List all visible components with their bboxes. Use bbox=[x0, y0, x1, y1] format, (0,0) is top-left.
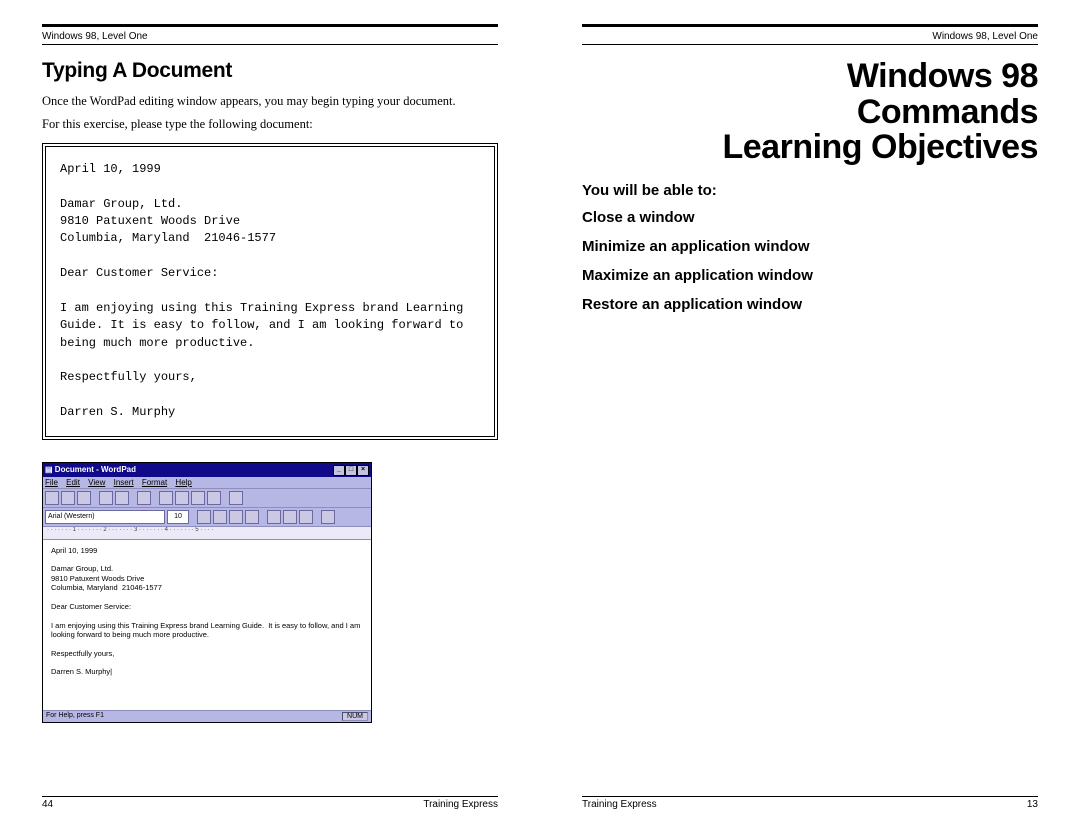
menu-help[interactable]: Help bbox=[175, 478, 191, 487]
save-icon[interactable] bbox=[77, 491, 91, 505]
objectives-lead: You will be able to: bbox=[582, 182, 1038, 199]
status-numlock: NUM bbox=[342, 712, 368, 721]
left-page: Windows 98, Level One Typing A Document … bbox=[0, 0, 540, 834]
running-header: Windows 98, Level One bbox=[42, 29, 498, 45]
menu-view[interactable]: View bbox=[88, 478, 105, 487]
font-size-select[interactable]: 10 bbox=[167, 510, 189, 524]
objective-item: Close a window bbox=[582, 209, 1038, 226]
sample-letter-box: April 10, 1999 Damar Group, Ltd. 9810 Pa… bbox=[42, 143, 498, 440]
chapter-title: Windows 98 Commands Learning Objectives bbox=[582, 59, 1038, 166]
wordpad-toolbar-1 bbox=[43, 488, 371, 507]
bullets-icon[interactable] bbox=[321, 510, 335, 524]
minimize-icon[interactable]: _ bbox=[333, 465, 345, 476]
chapter-title-line2: Commands bbox=[857, 93, 1038, 131]
preview-icon[interactable] bbox=[115, 491, 129, 505]
menu-edit[interactable]: Edit bbox=[66, 478, 80, 487]
top-rule bbox=[582, 24, 1038, 27]
cut-icon[interactable] bbox=[159, 491, 173, 505]
align-right-icon[interactable] bbox=[299, 510, 313, 524]
intro-para-2: For this exercise, please type the follo… bbox=[42, 116, 498, 133]
objective-item: Maximize an application window bbox=[582, 267, 1038, 284]
wordpad-ruler: · · · · · · · 1 · · · · · · · 2 · · · · … bbox=[43, 526, 371, 540]
font-select[interactable]: Arial (Western) bbox=[45, 510, 165, 524]
status-help-text: For Help, press F1 bbox=[46, 712, 104, 721]
page-number: 13 bbox=[1027, 799, 1038, 810]
new-icon[interactable] bbox=[45, 491, 59, 505]
chapter-title-line3: Learning Objectives bbox=[723, 128, 1039, 166]
copy-icon[interactable] bbox=[175, 491, 189, 505]
wordpad-titlebar: ▤ Document - WordPad _□× bbox=[43, 463, 371, 477]
footer-brand: Training Express bbox=[423, 799, 498, 810]
objective-item: Minimize an application window bbox=[582, 238, 1038, 255]
header-text: Windows 98, Level One bbox=[42, 31, 148, 42]
datetime-icon[interactable] bbox=[229, 491, 243, 505]
wordpad-toolbar-2: Arial (Western) 10 bbox=[43, 507, 371, 526]
header-text: Windows 98, Level One bbox=[932, 31, 1038, 42]
objective-item: Restore an application window bbox=[582, 296, 1038, 313]
footer-brand: Training Express bbox=[582, 799, 657, 810]
chapter-title-line1: Windows 98 bbox=[847, 57, 1038, 95]
paste-icon[interactable] bbox=[191, 491, 205, 505]
wordpad-statusbar: For Help, press F1 NUM bbox=[43, 710, 371, 722]
running-header: Windows 98, Level One bbox=[582, 29, 1038, 45]
undo-icon[interactable] bbox=[207, 491, 221, 505]
color-icon[interactable] bbox=[245, 510, 259, 524]
find-icon[interactable] bbox=[137, 491, 151, 505]
menu-format[interactable]: Format bbox=[142, 478, 167, 487]
top-rule bbox=[42, 24, 498, 27]
footer: Training Express 13 bbox=[582, 796, 1038, 810]
footer: 44 Training Express bbox=[42, 796, 498, 810]
wordpad-menubar: File Edit View Insert Format Help bbox=[43, 477, 371, 488]
align-center-icon[interactable] bbox=[283, 510, 297, 524]
align-left-icon[interactable] bbox=[267, 510, 281, 524]
maximize-icon[interactable]: □ bbox=[345, 465, 357, 476]
wordpad-window: ▤ Document - WordPad _□× File Edit View … bbox=[42, 462, 372, 723]
wordpad-document-area[interactable]: April 10, 1999 Damar Group, Ltd. 9810 Pa… bbox=[43, 540, 371, 710]
intro-para-1: Once the WordPad editing window appears,… bbox=[42, 93, 498, 110]
right-page: Windows 98, Level One Windows 98 Command… bbox=[540, 0, 1080, 834]
print-icon[interactable] bbox=[99, 491, 113, 505]
italic-icon[interactable] bbox=[213, 510, 227, 524]
section-title: Typing A Document bbox=[42, 59, 498, 83]
menu-insert[interactable]: Insert bbox=[114, 478, 134, 487]
wordpad-title-text: Document - WordPad bbox=[55, 465, 136, 474]
menu-file[interactable]: File bbox=[45, 478, 58, 487]
page-number: 44 bbox=[42, 799, 53, 810]
open-icon[interactable] bbox=[61, 491, 75, 505]
close-icon[interactable]: × bbox=[357, 465, 369, 476]
underline-icon[interactable] bbox=[229, 510, 243, 524]
app-icon: ▤ bbox=[45, 465, 53, 474]
bold-icon[interactable] bbox=[197, 510, 211, 524]
